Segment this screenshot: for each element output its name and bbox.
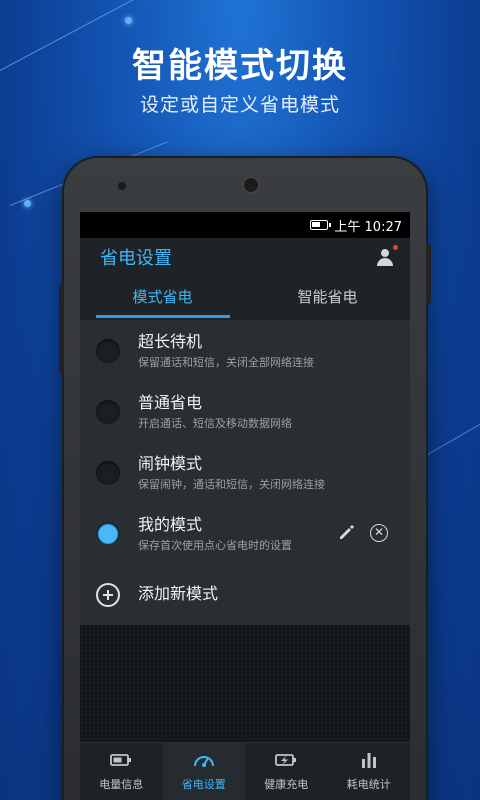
nav-label: 电量信息 [99, 778, 144, 791]
tab-smart-saving[interactable]: 智能省电 [245, 276, 410, 320]
mode-list: 超长待机 保留通话和短信，关闭全部网络连接 普通省电 开启通话、短信及移动数据网… [80, 320, 410, 625]
radio-button[interactable] [96, 400, 120, 424]
phone-camera [242, 176, 260, 194]
phone-screen: 上午 10:27 省电设置 模式省电 智能省电 超长待机 保留通话和短信，关闭全… [80, 212, 410, 800]
plus-circle-icon [96, 583, 120, 607]
tab-bar: 模式省电 智能省电 [80, 276, 410, 320]
status-bar: 上午 10:27 [80, 212, 410, 238]
battery-icon [110, 749, 132, 771]
mode-title: 超长待机 [138, 332, 203, 351]
radio-button[interactable] [96, 339, 120, 363]
empty-area [80, 625, 410, 743]
nav-power-saving-settings[interactable]: 省电设置 [162, 743, 245, 800]
nav-healthy-charging[interactable]: 健康充电 [245, 743, 328, 800]
add-mode-button[interactable]: 添加新模式 [80, 564, 410, 625]
nav-label: 耗电统计 [346, 778, 391, 791]
user-icon[interactable] [376, 244, 399, 266]
charging-icon [275, 749, 297, 771]
radio-button[interactable] [96, 461, 120, 485]
mode-title: 普通省电 [138, 393, 203, 412]
bar-chart-icon [360, 749, 378, 771]
notification-badge [392, 244, 399, 251]
nav-consumption-stats[interactable]: 耗电统计 [328, 743, 411, 800]
phone-side-button [426, 244, 431, 304]
mode-description: 保留通话和短信，关闭全部网络连接 [138, 356, 314, 369]
mode-item-my-mode[interactable]: 我的模式 保存首次使用点心省电时的设置 ✕ [80, 503, 410, 564]
background-dot [125, 17, 132, 24]
mode-description: 保存首次使用点心省电时的设置 [138, 539, 292, 552]
app-bar: 省电设置 [80, 238, 410, 276]
active-tab-indicator [96, 315, 230, 318]
mode-description: 开启通话、短信及移动数据网络 [138, 417, 292, 430]
mode-item-alarm[interactable]: 闹钟模式 保留闹钟，通话和短信，关闭网络连接 [80, 442, 410, 503]
page-title: 省电设置 [100, 248, 172, 269]
delete-icon[interactable]: ✕ [370, 524, 388, 542]
add-mode-label: 添加新模式 [138, 584, 219, 603]
mode-item-normal-saving[interactable]: 普通省电 开启通话、短信及移动数据网络 [80, 381, 410, 442]
nav-label: 省电设置 [181, 778, 226, 791]
promo-subline: 设定或自定义省电模式 [139, 94, 340, 116]
nav-battery-info[interactable]: 电量信息 [80, 743, 163, 800]
tab-mode-saving[interactable]: 模式省电 [80, 276, 245, 320]
status-time: 上午 10:27 [334, 219, 402, 235]
radio-button-selected[interactable] [96, 522, 120, 546]
bottom-navigation: 电量信息 省电设置 健康充电 耗电统计 [80, 742, 410, 800]
mode-description: 保留闹钟，通话和短信，关闭网络连接 [138, 478, 325, 491]
background-dot [24, 200, 31, 207]
phone-sensor [118, 182, 126, 190]
mode-title: 我的模式 [138, 515, 203, 534]
nav-label: 健康充电 [264, 778, 309, 791]
mode-item-ultra-standby[interactable]: 超长待机 保留通话和短信，关闭全部网络连接 [80, 320, 410, 381]
phone-side-button [59, 284, 64, 374]
gauge-icon [193, 749, 215, 771]
promo-headline: 智能模式切换 [132, 46, 348, 86]
mode-title: 闹钟模式 [138, 454, 203, 473]
battery-status-icon [310, 220, 332, 230]
pencil-icon[interactable] [336, 522, 356, 542]
